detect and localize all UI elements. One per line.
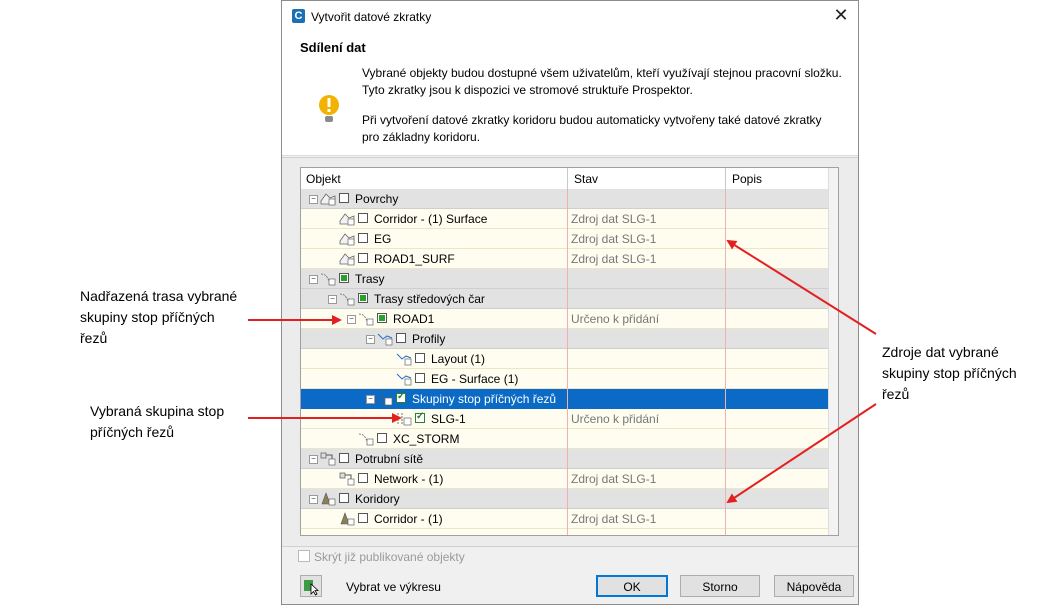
arrow-sources-bottom (726, 403, 877, 504)
annotation-arrows (248, 239, 877, 504)
arrow-sources-top (726, 239, 877, 335)
